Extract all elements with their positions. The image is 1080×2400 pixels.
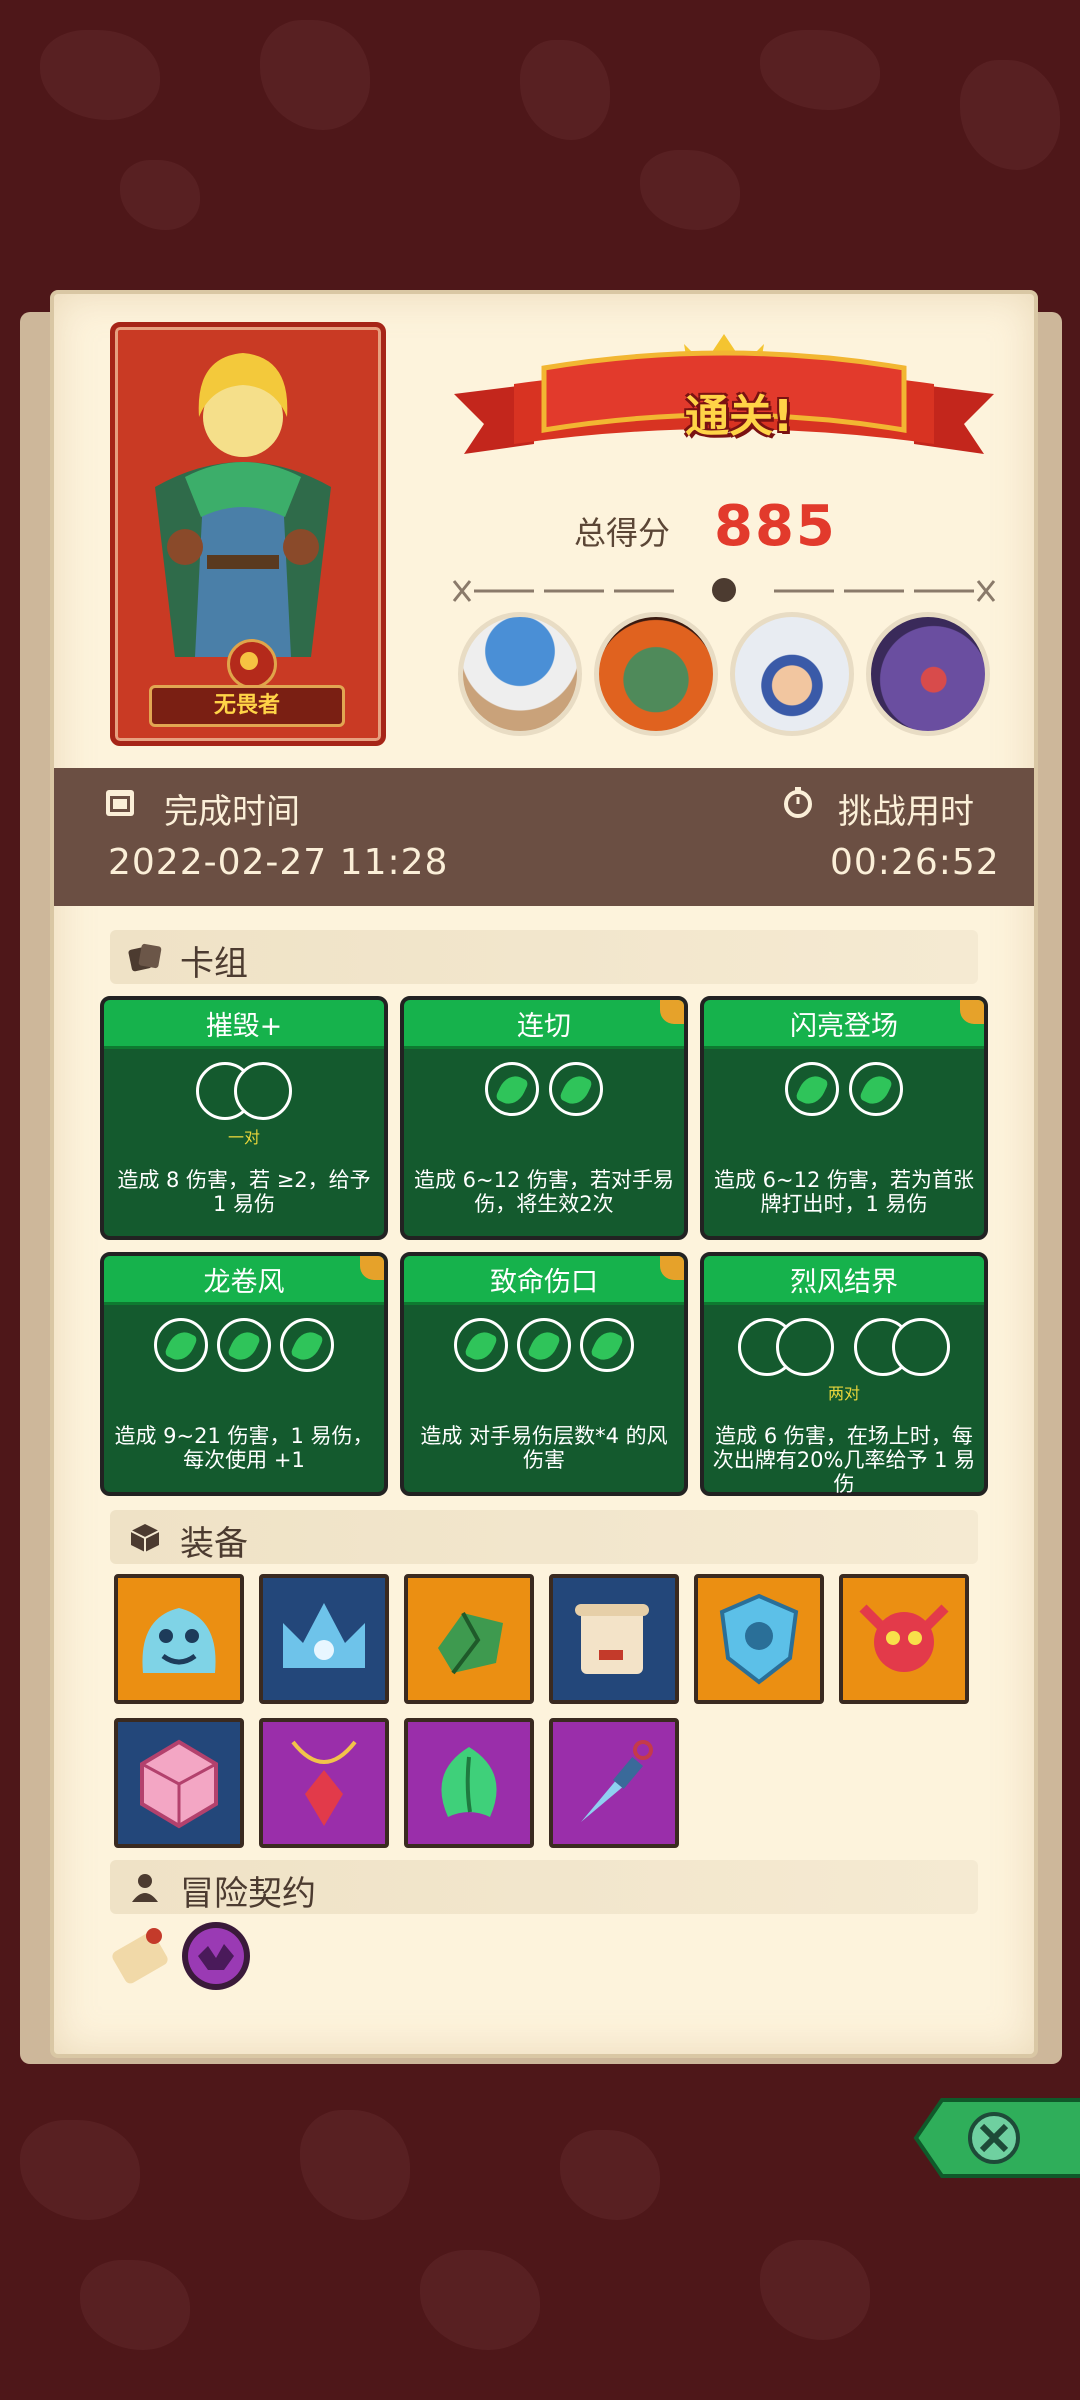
ruby-amulet-icon[interactable] bbox=[259, 1718, 389, 1848]
card-description: 造成 8 伤害，若 ≥2，给予 1 易伤 bbox=[117, 1168, 371, 1216]
card-header: 龙卷风 bbox=[104, 1256, 384, 1305]
card-header: 连切 bbox=[404, 1000, 684, 1049]
leaf-slot-icon bbox=[217, 1318, 271, 1372]
card-name: 烈风结界 bbox=[790, 1267, 898, 1298]
blue-snow-beast-boss-icon bbox=[730, 612, 854, 736]
ice-crown-icon[interactable] bbox=[259, 1574, 389, 1704]
hero-card: 无畏者 bbox=[110, 322, 386, 746]
result-panel: 无畏者 通关! 总得分 885 完成时间 2022-02-27 11:28 挑战… bbox=[50, 290, 1038, 2058]
scroll-icon[interactable] bbox=[549, 1574, 679, 1704]
ice-shield-icon[interactable] bbox=[694, 1574, 824, 1704]
leaf-slot-icon bbox=[548, 1062, 603, 1116]
leaf-slot-icon bbox=[580, 1318, 635, 1372]
card-description: 造成 对手易伤层数*4 的风伤害 bbox=[420, 1424, 668, 1472]
card-chain-slash[interactable]: 连切 造成 6~12 伤害，若对手易伤，将生效2次 bbox=[400, 996, 688, 1240]
purple-curse-icon[interactable] bbox=[178, 1918, 254, 1994]
equipment-section-header: 装备 bbox=[110, 1510, 978, 1564]
card-description: 造成 6~12 伤害，若对手易伤，将生效2次 bbox=[413, 1168, 675, 1216]
hero-name: 无畏者 bbox=[149, 685, 345, 727]
leaf-slot-icon bbox=[453, 1318, 508, 1372]
pink-dice-icon[interactable] bbox=[114, 1718, 244, 1848]
empty-slot-icon bbox=[775, 1318, 834, 1376]
boss-divider bbox=[452, 578, 996, 602]
card-description: 造成 6 伤害，在场上时，每次出牌有20%几率给予 1 易伤 bbox=[712, 1424, 976, 1496]
card-gale-barrier[interactable]: 烈风结界 两对 造成 6 伤害，在场上时，每次出牌有20%几率给予 1 易伤 bbox=[700, 1252, 988, 1496]
ice-dagger-icon[interactable] bbox=[549, 1718, 679, 1848]
card-name: 连切 bbox=[517, 1011, 571, 1042]
cards-icon bbox=[128, 943, 162, 972]
contract-section-title: 冒险契约 bbox=[180, 1874, 316, 1914]
leaf-slot-icon bbox=[485, 1062, 540, 1116]
card-name: 龙卷风 bbox=[203, 1267, 285, 1298]
card-header: 烈风结界 bbox=[704, 1256, 984, 1305]
blue-slime-icon[interactable] bbox=[114, 1574, 244, 1704]
scroll-contract-icon[interactable] bbox=[102, 1918, 178, 1994]
card-name: 闪亮登场 bbox=[790, 1011, 898, 1042]
empty-slot-icon bbox=[234, 1062, 292, 1120]
card-tornado[interactable]: 龙卷风 造成 9~21 伤害，1 易伤，每次使用 +1 bbox=[100, 1252, 388, 1496]
card-header: 摧毁+ bbox=[104, 1000, 384, 1049]
hero-emblem-icon bbox=[227, 639, 277, 689]
card-slot-note: 两对 bbox=[827, 1384, 860, 1403]
contract-section-header: 冒险契约 bbox=[110, 1860, 978, 1914]
hero-portrait bbox=[155, 353, 331, 657]
card-name: 摧毁+ bbox=[205, 1011, 283, 1042]
card-name: 致命伤口 bbox=[490, 1267, 598, 1298]
mushroom-sage-boss-icon bbox=[458, 612, 582, 736]
stopwatch-icon bbox=[784, 787, 812, 818]
equipment-section-title: 装备 bbox=[180, 1524, 248, 1564]
card-slots bbox=[404, 1318, 684, 1382]
demon-skull-icon[interactable] bbox=[839, 1574, 969, 1704]
finish-time-value: 2022-02-27 11:28 bbox=[108, 842, 449, 883]
total-score-label: 总得分 bbox=[574, 514, 671, 552]
total-score-value: 885 bbox=[714, 494, 837, 559]
close-button[interactable] bbox=[912, 2090, 1080, 2186]
card-slot-note: 一对 bbox=[227, 1128, 260, 1147]
card-slots bbox=[404, 1062, 684, 1126]
card-slots bbox=[704, 1318, 984, 1382]
calendar-icon bbox=[106, 790, 134, 816]
leaf-slot-icon bbox=[280, 1318, 335, 1372]
purple-dragon-boss-icon bbox=[866, 612, 990, 736]
box-icon bbox=[130, 1524, 160, 1552]
defeated-bosses bbox=[458, 612, 998, 742]
deck-section-header: 卡组 bbox=[110, 930, 978, 984]
card-header: 致命伤口 bbox=[404, 1256, 684, 1305]
victory-title: 通关! bbox=[684, 391, 794, 442]
card-slots bbox=[104, 1318, 384, 1382]
green-gem-icon[interactable] bbox=[404, 1574, 534, 1704]
empty-slot-icon bbox=[892, 1318, 951, 1376]
card-destroy-plus[interactable]: 摧毁+ 一对 造成 8 伤害，若 ≥2，给予 1 易伤 bbox=[100, 996, 388, 1240]
time-bar: 完成时间 2022-02-27 11:28 挑战用时 00:26:52 bbox=[54, 768, 1034, 906]
card-slots bbox=[704, 1062, 984, 1126]
card-description: 造成 6~12 伤害，若为首张牌打出时，1 易伤 bbox=[713, 1168, 975, 1216]
leaf-slot-icon bbox=[848, 1062, 903, 1116]
card-description: 造成 9~21 伤害，1 易伤，每次使用 +1 bbox=[114, 1424, 374, 1472]
finish-time-label: 完成时间 bbox=[164, 792, 300, 832]
deck-section-title: 卡组 bbox=[180, 944, 248, 984]
card-slots bbox=[104, 1062, 384, 1126]
card-header: 闪亮登场 bbox=[704, 1000, 984, 1049]
victory-ribbon: 通关! bbox=[454, 334, 994, 464]
card-fatal-wound[interactable]: 致命伤口 造成 对手易伤层数*4 的风伤害 bbox=[400, 1252, 688, 1496]
card-shining-entrance[interactable]: 闪亮登场 造成 6~12 伤害，若为首张牌打出时，1 易伤 bbox=[700, 996, 988, 1240]
green-leaf-icon[interactable] bbox=[404, 1718, 534, 1848]
leaf-slot-icon bbox=[517, 1318, 571, 1372]
orange-troll-boss-icon bbox=[594, 612, 718, 736]
leaf-slot-icon bbox=[785, 1062, 840, 1116]
leaf-slot-icon bbox=[153, 1318, 208, 1372]
person-icon bbox=[132, 1874, 158, 1902]
challenge-time-label: 挑战用时 bbox=[838, 792, 974, 832]
challenge-time-value: 00:26:52 bbox=[830, 842, 1000, 883]
